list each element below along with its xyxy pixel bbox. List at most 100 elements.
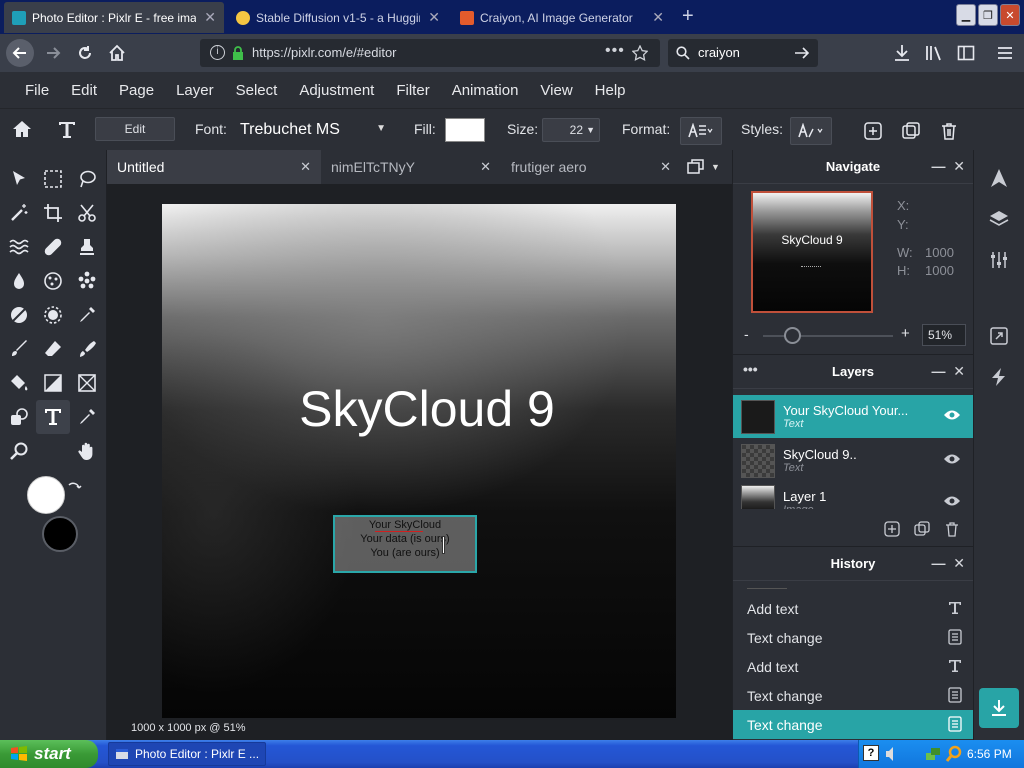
history-item[interactable]: Text change [733,623,973,652]
home-icon[interactable] [11,119,33,139]
doc-tab-nimeltctnyy[interactable]: nimElTcTNyY ✕ [321,150,501,184]
eye-visibility-icon[interactable] [943,453,961,465]
help-icon[interactable]: ? [863,745,879,761]
hand-tool[interactable] [70,434,104,468]
shape-tool[interactable] [70,366,104,400]
zoom-slider-track[interactable] [763,335,893,337]
close-tab-icon[interactable]: ✕ [204,9,216,26]
font-size-input[interactable]: 22 ▼ [542,118,600,142]
zoom-value-input[interactable]: 51% [922,324,966,346]
layer-row-image[interactable]: Layer 1 Image [733,483,973,509]
dodge-burn-tool[interactable] [2,298,36,332]
add-layer-icon[interactable] [884,521,900,537]
vignette-tool[interactable] [36,298,70,332]
library-icon[interactable] [925,44,943,62]
page-actions-icon[interactable]: ••• [605,42,625,60]
menu-animation[interactable]: Animation [441,82,530,99]
home-button[interactable] [106,42,128,64]
pencil-tool[interactable] [70,332,104,366]
back-button[interactable] [6,39,34,67]
close-icon[interactable]: ✕ [480,159,491,175]
primary-color-swatch[interactable] [27,476,65,514]
drawing-tool[interactable] [2,400,36,434]
url-bar[interactable]: i https://pixlr.com/e/#editor ••• [200,39,660,67]
network-icon[interactable] [925,745,943,763]
zoom-out-button[interactable]: - [744,326,749,342]
navigator-thumbnail[interactable]: SkyCloud 9 [751,191,873,313]
lightning-icon[interactable] [989,367,1009,387]
zoom-slider-thumb[interactable] [783,327,801,344]
download-button[interactable] [979,688,1019,728]
taskbar-item-firefox[interactable]: Photo Editor : Pixlr E ... [108,742,266,766]
fill-color-swatch[interactable] [445,118,485,142]
search-bar[interactable]: craiyon [668,39,818,67]
color-picker-tool[interactable] [70,298,104,332]
menu-file[interactable]: File [14,82,60,99]
info-icon[interactable]: i [210,45,225,60]
search-tray-icon[interactable] [945,745,963,763]
fill-tool[interactable] [2,366,36,400]
new-tab-button[interactable]: + [682,5,694,28]
panel-controls[interactable]: — ✕ [931,158,965,175]
bookmark-star-icon[interactable] [632,45,648,61]
browser-tab-stable-diffusion[interactable]: Stable Diffusion v1-5 - a Hugging Face S… [228,2,448,33]
sidebar-icon[interactable] [957,44,975,62]
close-icon[interactable]: ✕ [660,159,671,175]
lasso-tool[interactable] [70,162,104,196]
menu-select[interactable]: Select [225,82,289,99]
image-canvas[interactable]: SkyCloud 9 Your SkyCloud Your data (is o… [162,204,676,718]
canvas-title-text[interactable]: SkyCloud 9 [162,380,676,438]
menu-filter[interactable]: Filter [385,82,440,99]
menu-adjustment[interactable]: Adjustment [288,82,385,99]
brush-tool[interactable] [2,332,36,366]
delete-layer-icon[interactable] [944,521,960,537]
zoom-tool[interactable] [2,434,36,468]
layers-toggle-icon[interactable] [989,209,1009,229]
panel-controls[interactable]: — ✕ [931,555,965,572]
close-tab-icon[interactable]: ✕ [428,9,440,26]
doc-tab-untitled[interactable]: Untitled ✕ [107,150,321,184]
arrange-tool[interactable] [2,162,36,196]
zoom-in-button[interactable]: + [901,325,910,342]
menu-layer[interactable]: Layer [165,82,225,99]
trash-icon[interactable] [939,121,959,141]
text-tool[interactable] [36,400,70,434]
history-item[interactable]: Text change [733,681,973,710]
duplicate-icon[interactable] [901,121,921,141]
sponge-tool[interactable] [36,264,70,298]
format-dropdown[interactable] [680,117,722,145]
font-select[interactable]: Trebuchet MS ▼ [234,117,392,143]
swap-colors-icon[interactable] [66,481,82,497]
gradient-tool[interactable] [36,366,70,400]
clone-stamp-tool[interactable] [70,230,104,264]
maximize-window-button[interactable]: ❐ [978,4,998,26]
hamburger-menu-icon[interactable] [996,44,1014,62]
browser-tab-craiyon[interactable]: Craiyon, AI Image Generator ✕ [452,2,672,33]
navigator-toggle-icon[interactable] [989,168,1009,188]
heal-tool[interactable] [36,230,70,264]
forward-button[interactable] [42,42,64,64]
window-arrange-dropdown[interactable]: ▼ [687,157,727,177]
blur-tool[interactable] [2,264,36,298]
magic-wand-tool[interactable] [2,196,36,230]
search-input[interactable]: craiyon [698,45,740,60]
reload-button[interactable] [74,42,96,64]
menu-page[interactable]: Page [108,82,165,99]
close-icon[interactable]: ✕ [300,159,311,175]
expand-panel-icon[interactable] [989,326,1009,346]
start-button[interactable]: start [0,740,98,768]
more-options-icon[interactable]: ••• [743,361,758,377]
minimize-window-button[interactable]: ▁ [956,4,976,26]
menu-view[interactable]: View [529,82,583,99]
downloads-icon[interactable] [893,44,911,62]
duplicate-layer-icon[interactable] [914,521,930,537]
panel-controls[interactable]: — ✕ [931,363,965,380]
crop-tool[interactable] [36,196,70,230]
close-tab-icon[interactable]: ✕ [652,9,664,26]
menu-help[interactable]: Help [584,82,637,99]
selected-text-box[interactable]: Your SkyCloud Your data (is ours) You (a… [333,515,477,573]
layer-row-text-2[interactable]: SkyCloud 9.. Text [733,439,973,482]
cutout-tool[interactable] [70,196,104,230]
secondary-color-swatch[interactable] [42,516,78,552]
edit-text-button[interactable]: Edit [95,117,175,141]
